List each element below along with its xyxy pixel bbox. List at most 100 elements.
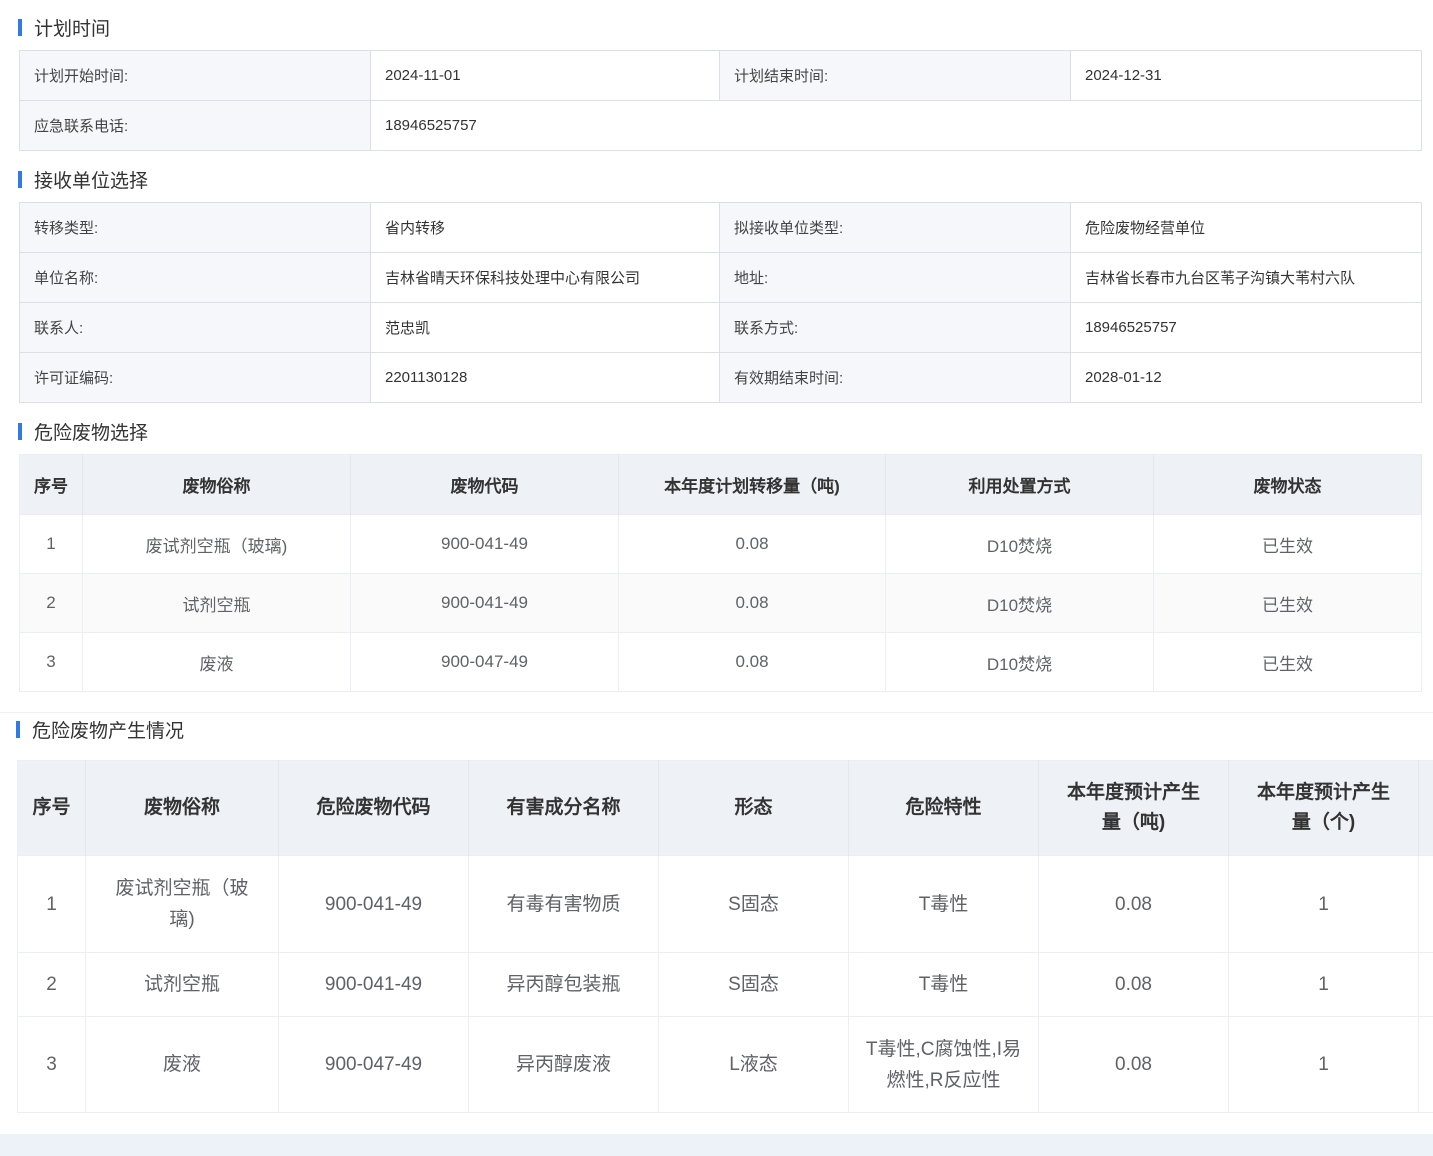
- cell-hazard-property: T毒性,C腐蚀性,I易燃性,R反应性: [848, 1016, 1039, 1113]
- cell-waste-name: 废液: [82, 632, 351, 692]
- plan-start-value: 2024-11-01: [370, 50, 720, 101]
- section-marker: [18, 18, 22, 36]
- column-header: 危险特性: [848, 760, 1039, 856]
- table-row: 应急联系电话: 18946525757: [19, 100, 1422, 151]
- cell-index: 3: [17, 1016, 86, 1113]
- column-header: 本年度预计产生量（个): [1228, 760, 1419, 856]
- cell-disposal-method: D10焚烧: [885, 514, 1154, 574]
- unit-name-label: 单位名称:: [19, 252, 371, 303]
- table-row: 联系人: 范忠凯 联系方式: 18946525757: [19, 302, 1422, 353]
- receiver-table: 转移类型: 省内转移 拟接收单位类型: 危险废物经营单位 单位名称: 吉林省晴天…: [19, 202, 1422, 403]
- section-marker: [18, 170, 22, 188]
- column-header: 有害成分名称: [468, 760, 659, 856]
- cell-waste-name: 试剂空瓶: [82, 573, 351, 633]
- cell-index: 1: [17, 855, 86, 953]
- section-title-text: 危险废物产生情况: [32, 720, 185, 742]
- column-header: 本年度预计产生量（吨): [1038, 760, 1229, 856]
- address-value: 吉林省长春市九台区苇子沟镇大苇村六队: [1070, 252, 1422, 303]
- cell-overflow: [1418, 952, 1433, 1017]
- column-header: 利用处置方式: [885, 454, 1154, 515]
- section-title-receiver: 接收单位选择: [18, 167, 148, 192]
- expiry-date-label: 有效期结束时间:: [719, 352, 1071, 403]
- cell-overflow: [1418, 1016, 1433, 1113]
- contact-method-label: 联系方式:: [719, 302, 1071, 353]
- status-badge: 已生效: [1153, 514, 1422, 574]
- cell-waste-code: 900-047-49: [278, 1016, 469, 1113]
- cell-index: 1: [19, 514, 83, 574]
- cell-overflow: [1418, 855, 1433, 953]
- cell-index: 3: [19, 632, 83, 692]
- table-header-row: 序号 废物俗称 危险废物代码 有害成分名称 形态 危险特性 本年度预计产生量（吨…: [17, 760, 1433, 856]
- cell-waste-name: 废试剂空瓶（玻璃): [82, 514, 351, 574]
- cell-expected-tons: 0.08: [1038, 855, 1229, 953]
- section-title-plan-time: 计划时间: [18, 15, 111, 40]
- table-row: 2 试剂空瓶 900-041-49 异丙醇包装瓶 S固态 T毒性 0.08 1: [17, 952, 1433, 1017]
- plan-time-table: 计划开始时间: 2024-11-01 计划结束时间: 2024-12-31 应急…: [19, 50, 1422, 151]
- cell-waste-code: 900-041-49: [278, 855, 469, 953]
- column-header: 序号: [17, 760, 86, 856]
- waste-production-table: 序号 废物俗称 危险废物代码 有害成分名称 形态 危险特性 本年度预计产生量（吨…: [17, 760, 1433, 1113]
- address-label: 地址:: [719, 252, 1071, 303]
- column-header: 序号: [19, 454, 83, 515]
- table-row: 2 试剂空瓶 900-041-49 0.08 D10焚烧 已生效: [19, 573, 1422, 633]
- cell-expected-count: 1: [1228, 1016, 1419, 1113]
- cell-form: L液态: [658, 1016, 849, 1113]
- cell-form: S固态: [658, 952, 849, 1017]
- expiry-date-value: 2028-01-12: [1070, 352, 1422, 403]
- column-header: 废物俗称: [85, 760, 279, 856]
- column-header: 危险废物代码: [278, 760, 469, 856]
- transfer-type-value: 省内转移: [370, 202, 720, 253]
- cell-expected-count: 1: [1228, 952, 1419, 1017]
- section-divider: [0, 712, 1433, 713]
- column-header: 废物代码: [350, 454, 619, 515]
- table-row: 许可证编码: 2201130128 有效期结束时间: 2028-01-12: [19, 352, 1422, 403]
- plan-end-label: 计划结束时间:: [719, 50, 1071, 101]
- footer-band: [0, 1134, 1433, 1156]
- license-code-value: 2201130128: [370, 352, 720, 403]
- cell-waste-code: 900-041-49: [350, 573, 619, 633]
- contact-person-value: 范忠凯: [370, 302, 720, 353]
- section-title-waste-selection: 危险废物选择: [18, 419, 148, 444]
- section-title-text: 计划时间: [34, 18, 111, 40]
- emergency-phone-value: 18946525757: [370, 100, 1422, 151]
- cell-hazard-component: 异丙醇包装瓶: [468, 952, 659, 1017]
- contact-person-label: 联系人:: [19, 302, 371, 353]
- cell-waste-code: 900-041-49: [278, 952, 469, 1017]
- column-header: 废物俗称: [82, 454, 351, 515]
- cell-plan-amount: 0.08: [618, 632, 886, 692]
- plan-end-value: 2024-12-31: [1070, 50, 1422, 101]
- unit-name-value: 吉林省晴天环保科技处理中心有限公司: [370, 252, 720, 303]
- cell-waste-code: 900-041-49: [350, 514, 619, 574]
- column-header-overflow: [1418, 760, 1433, 856]
- cell-hazard-component: 有毒有害物质: [468, 855, 659, 953]
- contact-method-value: 18946525757: [1070, 302, 1422, 353]
- status-badge: 已生效: [1153, 573, 1422, 633]
- cell-hazard-component: 异丙醇废液: [468, 1016, 659, 1113]
- receiver-type-value: 危险废物经营单位: [1070, 202, 1422, 253]
- table-header-row: 序号 废物俗称 废物代码 本年度计划转移量（吨) 利用处置方式 废物状态: [19, 454, 1422, 515]
- cell-plan-amount: 0.08: [618, 514, 886, 574]
- cell-hazard-property: T毒性: [848, 855, 1039, 953]
- section-marker: [18, 422, 22, 440]
- table-row: 1 废试剂空瓶（玻璃) 900-041-49 0.08 D10焚烧 已生效: [19, 514, 1422, 574]
- table-row: 计划开始时间: 2024-11-01 计划结束时间: 2024-12-31: [19, 50, 1422, 101]
- section-marker: [16, 720, 20, 738]
- table-row: 转移类型: 省内转移 拟接收单位类型: 危险废物经营单位: [19, 202, 1422, 253]
- cell-form: S固态: [658, 855, 849, 953]
- status-badge: 已生效: [1153, 632, 1422, 692]
- table-row: 1 废试剂空瓶（玻璃) 900-041-49 有毒有害物质 S固态 T毒性 0.…: [17, 855, 1433, 953]
- cell-waste-code: 900-047-49: [350, 632, 619, 692]
- emergency-phone-label: 应急联系电话:: [19, 100, 371, 151]
- table-row: 3 废液 900-047-49 0.08 D10焚烧 已生效: [19, 632, 1422, 692]
- cell-disposal-method: D10焚烧: [885, 632, 1154, 692]
- receiver-type-label: 拟接收单位类型:: [719, 202, 1071, 253]
- cell-expected-tons: 0.08: [1038, 952, 1229, 1017]
- table-row: 单位名称: 吉林省晴天环保科技处理中心有限公司 地址: 吉林省长春市九台区苇子沟…: [19, 252, 1422, 303]
- column-header: 形态: [658, 760, 849, 856]
- cell-hazard-property: T毒性: [848, 952, 1039, 1017]
- transfer-type-label: 转移类型:: [19, 202, 371, 253]
- cell-expected-count: 1: [1228, 855, 1419, 953]
- cell-waste-name: 废试剂空瓶（玻璃): [85, 855, 279, 953]
- cell-expected-tons: 0.08: [1038, 1016, 1229, 1113]
- cell-waste-name: 试剂空瓶: [85, 952, 279, 1017]
